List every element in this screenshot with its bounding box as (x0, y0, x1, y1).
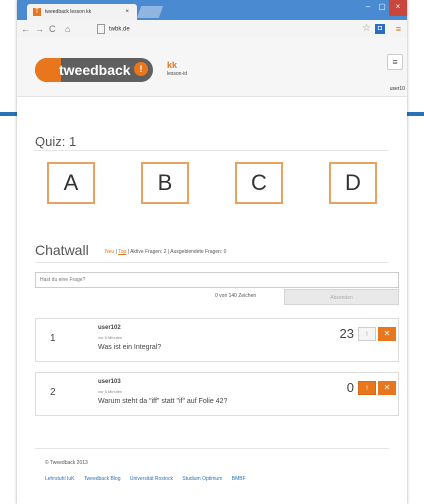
minimize-button[interactable]: – (361, 0, 375, 16)
divider (35, 262, 389, 263)
address-bar: ← → C ⌂ twbk.de ☆ ◘ ≡ (17, 20, 407, 39)
question-author: user103 (98, 379, 121, 385)
new-tab-button[interactable] (136, 6, 164, 18)
footer-link[interactable]: BMBF (232, 476, 246, 482)
divider (35, 448, 389, 449)
remove-icon[interactable]: ✕ (378, 327, 396, 341)
reload-icon[interactable]: C (49, 22, 56, 36)
question-time: vor 5 Minuten (98, 389, 123, 394)
extension-icon[interactable]: ◘ (375, 24, 385, 34)
url-field[interactable]: twbk.de (97, 24, 130, 35)
logo-text: tweedback (59, 62, 131, 78)
browser-window: T tweedback lesson kk × – ▢ × ← → C ⌂ tw… (17, 0, 407, 504)
question-text: Was ist ein Integral? (98, 344, 162, 351)
lesson-id: lesson-id (167, 71, 188, 77)
chatwall-meta: Neu | Top | Aktive Fragen: 2 | Ausgeblen… (105, 249, 226, 255)
hidden-questions-count: Ausgeblendete Fragen: 0 (170, 249, 227, 255)
question-number: 2 (50, 387, 56, 398)
sort-new-link[interactable]: Neu (105, 249, 114, 255)
quiz-option-d-button[interactable]: D (329, 162, 377, 204)
copyright: © Tweedback 2013 (45, 460, 88, 466)
char-counter: 0 von 140 Zeichen (215, 293, 257, 299)
lesson-name: kk (167, 60, 178, 70)
browser-tab-strip: T tweedback lesson kk × – ▢ × (17, 0, 407, 20)
home-icon[interactable]: ⌂ (65, 22, 70, 36)
maximize-button[interactable]: ▢ (375, 0, 389, 16)
forward-icon[interactable]: → (35, 22, 44, 36)
browser-tab[interactable]: T tweedback lesson kk × (27, 4, 137, 20)
browser-menu-icon[interactable]: ≡ (396, 23, 401, 35)
question-number: 1 (50, 333, 56, 344)
tab-favicon-icon: T (33, 8, 41, 16)
quiz-option-a-button[interactable]: A (47, 162, 95, 204)
question-card: 2 user103 vor 5 Minuten Warum steht da "… (35, 372, 399, 416)
tweedback-logo[interactable]: tweedback ! (35, 58, 153, 82)
current-user: user10 (389, 86, 405, 92)
quiz-option-c-button[interactable]: C (235, 162, 283, 204)
upvote-icon[interactable]: ! (358, 381, 376, 395)
question-input[interactable] (35, 272, 399, 288)
upvote-icon[interactable]: ! (358, 327, 376, 341)
remove-icon[interactable]: ✕ (378, 381, 396, 395)
question-card: 1 user102 vor 6 Minuten Was ist ein Inte… (35, 318, 399, 362)
footer-link[interactable]: Lehrstuhl IuK (45, 476, 74, 482)
logo-swoosh (35, 58, 61, 82)
vote-count: 0 (346, 380, 354, 395)
page-icon (97, 24, 105, 34)
vote-count: 23 (339, 326, 354, 341)
submit-question-button[interactable]: Absenden (284, 289, 399, 305)
question-author: user102 (98, 325, 121, 331)
footer-links: Lehrstuhl IuK Tweedback Blog Universität… (45, 476, 254, 482)
footer-link[interactable]: Studium Optimum (182, 476, 222, 482)
chatwall-title: Chatwall (35, 242, 89, 258)
quiz-option-b-button[interactable]: B (141, 162, 189, 204)
active-questions-count: Aktive Fragen: 2 (130, 249, 167, 255)
question-time: vor 6 Minuten (98, 335, 123, 340)
bookmark-star-icon[interactable]: ☆ (362, 22, 371, 36)
sort-top-link[interactable]: Top (118, 249, 126, 255)
question-text: Warum steht da "iff" statt "if" auf Foli… (98, 398, 228, 405)
quiz-title: Quiz: 1 (35, 134, 77, 149)
footer-link[interactable]: Universität Rostock (130, 476, 173, 482)
footer-link[interactable]: Tweedback Blog (84, 476, 121, 482)
window-close-button[interactable]: × (389, 0, 407, 16)
app-header: tweedback ! kk lesson-id ≡ user10 (17, 38, 407, 97)
url-text: twbk.de (109, 26, 130, 33)
tab-close-icon[interactable]: × (125, 4, 129, 20)
back-icon[interactable]: ← (21, 22, 30, 36)
logo-exclamation-icon: ! (134, 62, 148, 76)
divider (35, 150, 389, 151)
tab-title: tweedback lesson kk (45, 9, 92, 15)
hamburger-menu-icon[interactable]: ≡ (387, 54, 403, 70)
